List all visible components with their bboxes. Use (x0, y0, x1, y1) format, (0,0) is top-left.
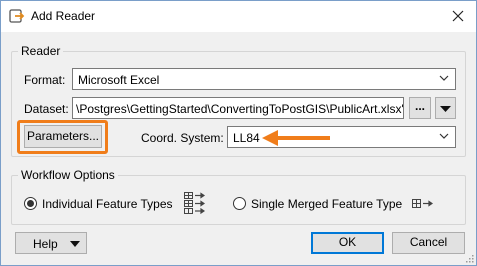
format-select[interactable]: Microsoft Excel (72, 68, 456, 90)
cancel-button[interactable]: Cancel (392, 232, 465, 254)
browse-button[interactable]: ... (409, 97, 431, 119)
coord-system-value: LL84 (233, 131, 260, 145)
parameters-button-label: Parameters... (26, 129, 100, 143)
feature-types-table-icon (184, 192, 205, 215)
fme-app-icon (9, 9, 25, 23)
resize-grip-icon[interactable] (464, 253, 474, 263)
chevron-down-icon (439, 133, 449, 139)
arrow-left-icon (262, 130, 330, 146)
help-button[interactable]: Help (15, 232, 87, 254)
triangle-down-icon (70, 241, 80, 247)
single-merged-feature-type-radio[interactable] (233, 197, 246, 210)
chevron-down-icon (439, 75, 449, 81)
dataset-field[interactable]: \Postgres\GettingStarted\ConvertingToPos… (72, 97, 404, 119)
help-button-label: Help (33, 237, 58, 251)
title-bar: Add Reader (1, 1, 476, 32)
window-title: Add Reader (31, 9, 96, 23)
add-reader-dialog: Add Reader Reader Format: Microsoft Exce… (0, 0, 477, 266)
ok-button-label: OK (338, 235, 357, 249)
dataset-options-dropdown[interactable] (435, 97, 456, 119)
reader-group-title: Reader (18, 44, 64, 58)
merged-feature-type-icon (412, 199, 433, 208)
parameters-button[interactable]: Parameters... (24, 125, 102, 148)
format-label: Format: (24, 73, 66, 87)
single-merged-feature-type-label[interactable]: Single Merged Feature Type (251, 197, 402, 211)
dataset-value: \Postgres\GettingStarted\ConvertingToPos… (76, 102, 404, 116)
triangle-down-icon (440, 106, 451, 112)
ok-button[interactable]: OK (311, 232, 384, 254)
close-icon[interactable] (448, 6, 468, 26)
coord-system-label: Coord. System: (141, 131, 224, 145)
individual-feature-types-label[interactable]: Individual Feature Types (42, 197, 173, 211)
dataset-label: Dataset: (24, 102, 69, 116)
format-value: Microsoft Excel (78, 73, 160, 87)
radio-selected-dot (27, 200, 34, 207)
workflow-options-title: Workflow Options (18, 168, 118, 182)
browse-button-label: ... (414, 99, 425, 113)
individual-feature-types-radio[interactable] (24, 197, 37, 210)
cancel-button-label: Cancel (409, 235, 448, 249)
